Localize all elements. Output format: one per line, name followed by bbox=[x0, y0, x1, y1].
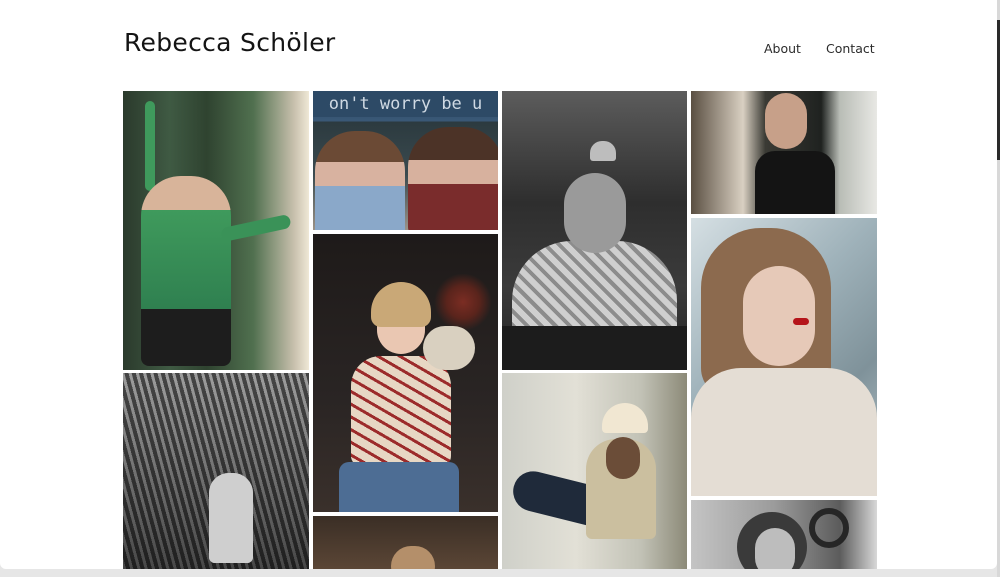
violinist-photo[interactable] bbox=[691, 500, 877, 569]
woman-green-curtain-photo[interactable] bbox=[123, 91, 309, 370]
woman-with-vase-photo[interactable] bbox=[313, 234, 498, 512]
boy-by-window-photo[interactable] bbox=[691, 91, 877, 214]
man-on-chair-photo[interactable] bbox=[502, 373, 687, 569]
photo-flowers bbox=[433, 274, 493, 330]
violin-scroll bbox=[809, 508, 849, 548]
photo-figure-head bbox=[606, 437, 640, 479]
greenhouse-photo[interactable] bbox=[123, 373, 309, 569]
photo-figure-lips bbox=[793, 318, 809, 325]
photo-figure-head bbox=[765, 93, 807, 149]
portrait-partial-photo[interactable] bbox=[313, 516, 498, 569]
photo-figure bbox=[691, 368, 877, 496]
photo-figure-head bbox=[743, 266, 815, 366]
nav-contact-link[interactable]: Contact bbox=[826, 41, 875, 56]
photo-figure bbox=[315, 131, 405, 230]
photo-figure-jeans bbox=[339, 462, 459, 512]
photo-figure-head bbox=[564, 173, 626, 253]
photo-figure bbox=[755, 151, 835, 214]
browser-viewport: Rebecca Schöler About Contact on't worry… bbox=[0, 0, 997, 569]
man-at-table-photo[interactable] bbox=[502, 91, 687, 370]
page-background: Rebecca Schöler About Contact on't worry… bbox=[0, 0, 1000, 577]
photo-figure bbox=[351, 356, 451, 466]
nav-about-link[interactable]: About bbox=[764, 41, 801, 56]
woman-red-lips-photo[interactable] bbox=[691, 218, 877, 496]
photo-figure bbox=[408, 127, 498, 230]
site-title[interactable]: Rebecca Schöler bbox=[124, 28, 336, 57]
photo-figure-arm bbox=[145, 101, 155, 191]
photo-figure bbox=[141, 176, 231, 366]
photo-figure bbox=[209, 473, 253, 563]
storefront-sign-text: on't worry be u bbox=[313, 91, 498, 117]
photo-figure-head bbox=[755, 528, 795, 569]
couple-street-photo[interactable]: on't worry be u bbox=[313, 91, 498, 230]
photo-figure bbox=[512, 241, 677, 336]
photo-lamp bbox=[590, 141, 616, 161]
photo-table bbox=[502, 326, 687, 370]
photo-vase bbox=[423, 326, 475, 370]
